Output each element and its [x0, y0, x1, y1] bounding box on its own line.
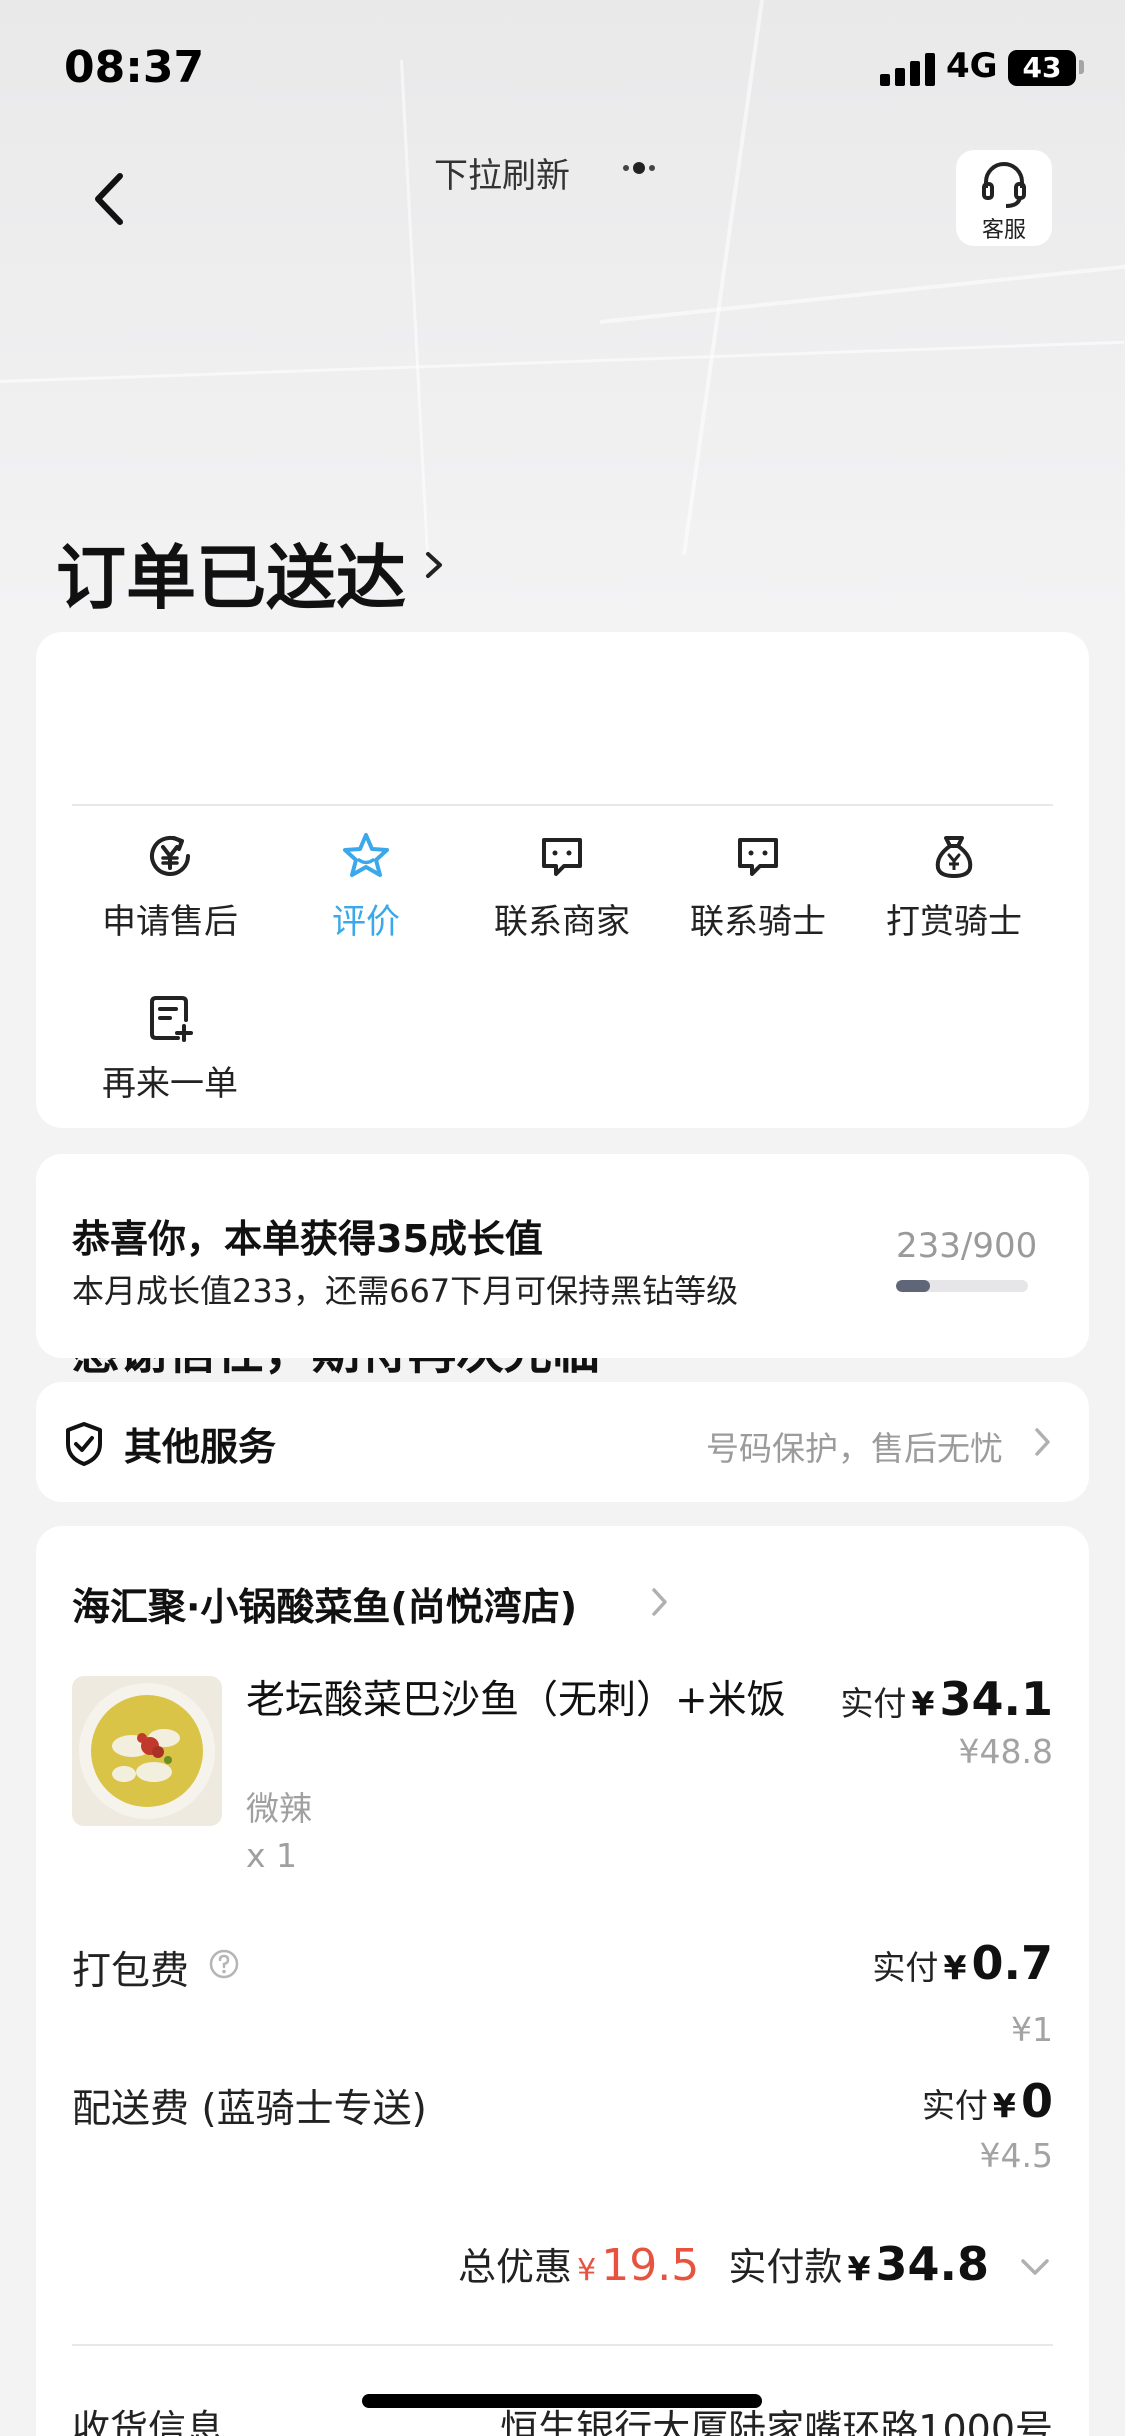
- customer-service-label: 客服: [981, 218, 1026, 243]
- contact-merchant-button[interactable]: 联系商家: [472, 830, 652, 943]
- other-services-card[interactable]: 其他服务 号码保护，售后无忧: [36, 1382, 1089, 1502]
- growth-progress-fill: [896, 1280, 931, 1292]
- reorder-label: 再来一单: [102, 1064, 238, 1104]
- shop-name[interactable]: 海汇聚·小锅酸菜鱼(尚悦湾店): [72, 1576, 577, 1631]
- chevron-right-icon: [652, 1588, 667, 1616]
- packing-fee-original: ¥1: [1011, 2010, 1053, 2049]
- reorder-icon: [150, 996, 193, 1042]
- tip-rider-button[interactable]: 打赏骑士: [864, 830, 1044, 943]
- packing-fee-paid: 实付 ¥ 0.7: [872, 1936, 1053, 1990]
- food-name: 老坛酸菜巴沙鱼（无刺）+米饭: [246, 1678, 786, 1723]
- star-icon: [343, 833, 389, 877]
- chevron-right-icon: [426, 552, 442, 578]
- home-indicator: [362, 2394, 762, 2408]
- review-label: 评价: [332, 902, 400, 942]
- contact-rider-label: 联系骑士: [690, 902, 826, 942]
- apply-after-sales-button[interactable]: 申请售后: [80, 830, 260, 943]
- chevron-left-icon: [95, 173, 123, 225]
- chevron-right-icon: [1035, 1428, 1050, 1456]
- customer-service-button[interactable]: 客服: [956, 150, 1052, 246]
- chevron-down-icon[interactable]: [1017, 2254, 1053, 2280]
- yen-refund-icon: [150, 835, 190, 876]
- food-spec: 微辣: [246, 1789, 312, 1828]
- other-services-title: 其他服务: [124, 1425, 277, 1469]
- apply-after-sales-label: 申请售后: [102, 902, 238, 942]
- growth-count: 233/900: [896, 1226, 1038, 1266]
- total-discount: 19.5: [601, 2240, 700, 2291]
- contact-rider-button[interactable]: 联系骑士: [668, 830, 848, 943]
- order-details-card: 海汇聚·小锅酸菜鱼(尚悦湾店) 老坛酸菜巴沙鱼（无刺）+米饭 微辣 x 1 实付…: [36, 1526, 1089, 2436]
- growth-subtitle: 本月成长值233，还需667下月可保持黑钻等级: [72, 1272, 739, 1310]
- total-discount-label: 总优惠: [457, 2245, 572, 2289]
- food-image[interactable]: [72, 1676, 222, 1826]
- status-bar: 08:37 4G 43: [0, 0, 1125, 140]
- tip-rider-label: 打赏骑士: [886, 902, 1022, 942]
- help-icon[interactable]: [208, 1948, 240, 1980]
- delivery-fee-label: 配送费 (蓝骑士专送): [72, 2087, 427, 2132]
- back-button[interactable]: [78, 164, 148, 234]
- total-paid: 34.8: [875, 2237, 990, 2291]
- network-type: 4G: [946, 46, 998, 86]
- headset-icon: [982, 162, 1026, 208]
- item-original-price: ¥48.8: [958, 1732, 1053, 1771]
- packing-fee-label: 打包费: [72, 1949, 190, 1994]
- money-bag-icon: [935, 836, 973, 878]
- order-status-card: 感谢信任，期待再次光临 申请售后 评价 联系商家: [36, 632, 1089, 1380]
- pull-refresh-label: 下拉刷新: [434, 156, 570, 196]
- shield-check-icon: [66, 1422, 102, 1466]
- growth-card[interactable]: 恭喜你，本单获得35成长值 本月成长值233，还需667下月可保持黑钻等级 23…: [36, 1154, 1089, 1358]
- growth-title: 恭喜你，本单获得35成长值: [72, 1217, 543, 1261]
- growth-progress-bar: [896, 1280, 1028, 1292]
- delivery-fee-original: ¥4.5: [979, 2136, 1053, 2175]
- battery-icon: 43: [1008, 50, 1076, 86]
- other-services-desc: 号码保护，售后无忧: [706, 1429, 1003, 1468]
- divider: [72, 2344, 1053, 2346]
- chat-icon: [738, 838, 778, 876]
- loading-dots-icon: [623, 162, 655, 174]
- status-time: 08:37: [64, 42, 205, 93]
- review-button[interactable]: 评价: [276, 830, 456, 943]
- item-paid-price: 实付 ¥ 34.1: [840, 1672, 1053, 1726]
- delivery-info-label: 收货信息: [72, 2407, 225, 2436]
- food-quantity: x 1: [246, 1836, 298, 1875]
- battery-tip: [1079, 60, 1084, 74]
- contact-merchant-label: 联系商家: [494, 902, 630, 942]
- divider: [72, 804, 1053, 806]
- order-total[interactable]: 总优惠 ¥ 19.5 实付款 ¥ 34.8: [458, 2236, 989, 2291]
- chat-icon: [542, 838, 582, 876]
- page-title[interactable]: 订单已送达: [56, 522, 406, 623]
- signal-icon: [880, 52, 936, 86]
- delivery-fee-paid: 实付 ¥ 0: [921, 2074, 1053, 2128]
- total-paid-label: 实付款: [728, 2245, 843, 2289]
- reorder-button[interactable]: 再来一单: [80, 992, 260, 1105]
